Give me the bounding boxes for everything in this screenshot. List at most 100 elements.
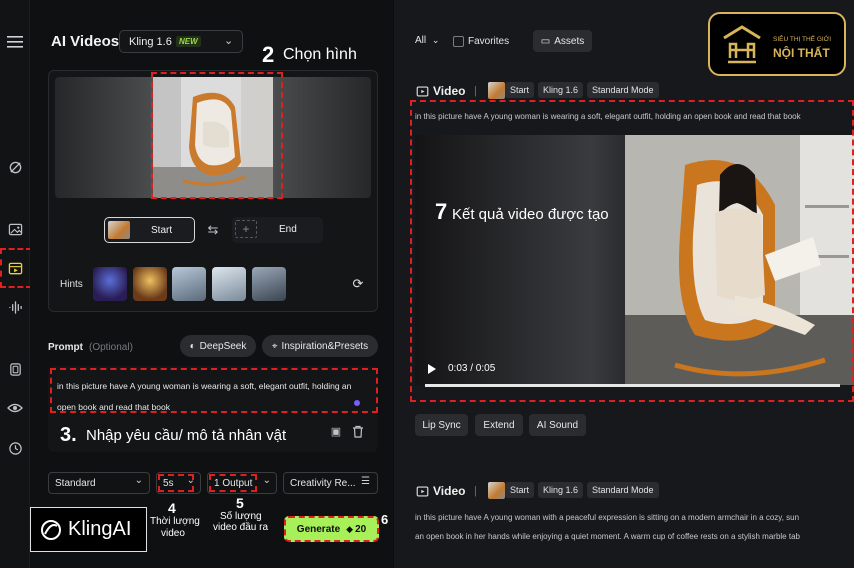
video2-prompt: in this picture have A young woman with … bbox=[415, 513, 800, 522]
start-frame-label: Start bbox=[151, 225, 173, 236]
end-frame-button[interactable]: + End bbox=[232, 217, 323, 243]
magic-wand-icon[interactable] bbox=[5, 157, 25, 177]
annotation-number-5: 5 bbox=[236, 495, 244, 511]
kling-logo-text: KlingAI bbox=[68, 518, 132, 540]
video2-title: Video bbox=[433, 484, 466, 498]
folder-icon: ▭ bbox=[540, 35, 551, 47]
generate-credits: 20 bbox=[355, 523, 367, 535]
layers-icon[interactable] bbox=[5, 359, 25, 379]
brand-logo: SIÊU THỊ THẾ GIỚI NỘI THẤT bbox=[708, 12, 846, 76]
video2-thumb bbox=[488, 482, 505, 499]
deepseek-button[interactable]: ◐ DeepSeek bbox=[180, 335, 256, 357]
eye-icon[interactable] bbox=[5, 398, 25, 418]
creativity-value: Creativity Re... bbox=[290, 477, 356, 489]
favorites-checkbox[interactable] bbox=[453, 36, 464, 47]
deepseek-label: DeepSeek bbox=[199, 340, 247, 352]
video1-thumb bbox=[488, 82, 505, 99]
video1-divider: | bbox=[474, 85, 477, 97]
video2-divider: | bbox=[474, 485, 477, 497]
video1-title: Video bbox=[433, 84, 466, 98]
hint-thumb[interactable] bbox=[212, 267, 246, 301]
annotation-number-7: 7 bbox=[435, 199, 448, 224]
chevron-down-icon: ⌄ bbox=[431, 35, 440, 45]
page-title: AI Videos bbox=[51, 33, 120, 50]
trash-icon[interactable] bbox=[351, 424, 365, 438]
generate-label: Generate bbox=[296, 523, 341, 535]
hint-thumb[interactable] bbox=[252, 267, 286, 301]
annotation-box-image bbox=[151, 72, 283, 199]
menu-icon[interactable] bbox=[5, 32, 25, 52]
creativity-select[interactable]: Creativity Re... ☰ bbox=[283, 472, 378, 494]
extend-button[interactable]: Extend bbox=[475, 414, 523, 436]
hint-thumb[interactable] bbox=[133, 267, 167, 301]
prompt-label: Prompt bbox=[48, 342, 83, 353]
hints-label: Hints bbox=[60, 279, 83, 290]
annotation-number-4: 4 bbox=[168, 500, 176, 516]
annotation-number-2: 2 bbox=[262, 42, 275, 67]
history-icon[interactable] bbox=[5, 438, 25, 458]
video1-tag: Kling 1.6 bbox=[538, 82, 584, 98]
annotation-box-duration bbox=[158, 474, 194, 492]
annotation-box-prompt bbox=[50, 368, 378, 413]
klingai-logo: KlingAI bbox=[30, 507, 147, 552]
assets-label: Assets bbox=[554, 35, 585, 47]
chevron-down-icon: ⌄ bbox=[134, 475, 143, 486]
filter-all-label: All bbox=[415, 35, 427, 46]
swap-icon[interactable]: ⇆ bbox=[204, 222, 222, 238]
refresh-icon[interactable]: ⟳ bbox=[350, 276, 366, 292]
annotation-ket-qua: Kết quả video được tạo bbox=[452, 206, 609, 223]
inspiration-presets-button[interactable]: ⌖ Inspiration&Presets bbox=[262, 335, 378, 357]
annotation-video-dau-ra: video đầu ra bbox=[213, 522, 269, 533]
model-select[interactable]: Kling 1.6 NEW ⌄ bbox=[119, 30, 243, 53]
audio-wave-icon[interactable] bbox=[5, 297, 25, 317]
annotation-box-rail bbox=[0, 248, 32, 288]
video-icon bbox=[415, 84, 429, 98]
favorites-label: Favorites bbox=[468, 36, 510, 47]
annotation-number-3: 3. bbox=[60, 424, 77, 446]
start-frame-thumb bbox=[108, 221, 130, 239]
video2-tag: Kling 1.6 bbox=[538, 482, 584, 498]
deepseek-icon: ◐ bbox=[189, 340, 196, 352]
brand-logo-big: NỘI THẤT bbox=[773, 46, 830, 60]
video-icon bbox=[415, 484, 429, 498]
sliders-icon: ☰ bbox=[361, 476, 370, 487]
hint-thumb[interactable] bbox=[93, 267, 127, 301]
assets-button[interactable]: ▭ Assets bbox=[533, 30, 592, 52]
inspiration-label: Inspiration&Presets bbox=[281, 340, 369, 352]
annotation-thoi-luong: Thời lượng bbox=[150, 516, 200, 527]
video2-tag: Start bbox=[505, 482, 535, 498]
annotation-video: video bbox=[161, 528, 185, 539]
chevron-down-icon: ⌄ bbox=[262, 475, 271, 486]
brand-logo-small: SIÊU THỊ THẾ GIỚI bbox=[773, 36, 832, 43]
annotation-number-6: 6 bbox=[381, 512, 389, 527]
chevron-down-icon: ⌄ bbox=[224, 35, 234, 47]
new-badge: NEW bbox=[176, 36, 201, 47]
annotation-box-result bbox=[410, 100, 854, 402]
annotation-so-luong: Số lượng bbox=[220, 511, 262, 522]
lip-sync-button[interactable]: Lip Sync bbox=[415, 414, 468, 436]
video1-tag: Start bbox=[505, 82, 535, 98]
video2-prompt-line2: an open book in her hands while enjoying… bbox=[415, 532, 800, 541]
image-icon[interactable] bbox=[5, 219, 25, 239]
location-pin-icon: ⌖ bbox=[271, 340, 278, 352]
kling-logo-icon bbox=[41, 519, 61, 540]
end-frame-add: + bbox=[235, 220, 257, 238]
mode-value: Standard bbox=[55, 477, 96, 489]
hint-thumb[interactable] bbox=[172, 267, 206, 301]
credit-icon: ◆ bbox=[346, 523, 354, 534]
video1-tag: Standard Mode bbox=[587, 82, 659, 98]
ai-sound-button[interactable]: AI Sound bbox=[529, 414, 586, 436]
save-icon[interactable]: ▣ bbox=[329, 424, 343, 438]
annotation-nhap-yeu-cau: Nhập yêu cầu/ mô tả nhân vật bbox=[86, 427, 287, 444]
model-name: Kling 1.6 bbox=[129, 36, 172, 48]
chair-logo-icon bbox=[723, 25, 761, 64]
mode-select[interactable]: Standard ⌄ bbox=[48, 472, 150, 494]
generate-button[interactable]: Generate ◆ 20 bbox=[284, 516, 379, 542]
prompt-optional: (Optional) bbox=[89, 342, 133, 353]
end-frame-label: End bbox=[279, 224, 297, 235]
video2-tag: Standard Mode bbox=[587, 482, 659, 498]
annotation-box-outputs bbox=[209, 474, 257, 492]
start-frame-button[interactable]: Start bbox=[104, 217, 195, 243]
filter-all[interactable]: All ⌄ bbox=[415, 35, 439, 46]
annotation-chon-hinh: Chọn hình bbox=[283, 46, 357, 63]
